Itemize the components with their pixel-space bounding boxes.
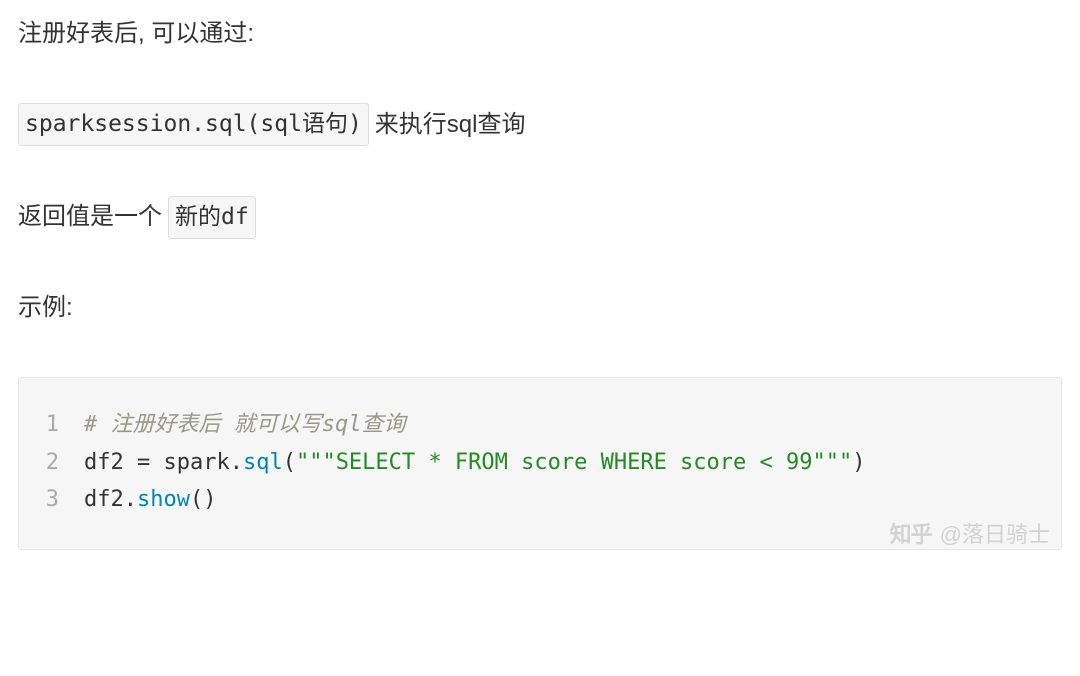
token-text: df2. bbox=[84, 487, 137, 512]
token-function: show bbox=[137, 487, 190, 512]
token-paren: ( bbox=[283, 450, 296, 475]
line-number: 3 bbox=[39, 481, 84, 518]
token-text: df2 = spark. bbox=[84, 450, 243, 475]
token-string: """SELECT * FROM score WHERE score < 99"… bbox=[296, 450, 852, 475]
token-paren: ) bbox=[852, 450, 865, 475]
code-content: df2 = spark.sql("""SELECT * FROM score W… bbox=[84, 444, 866, 481]
watermark-handle: @落日骑士 bbox=[940, 517, 1050, 552]
code-line: 2 df2 = spark.sql("""SELECT * FROM score… bbox=[39, 444, 1041, 481]
watermark: 知乎 @落日骑士 bbox=[890, 517, 1050, 552]
token-function: sql bbox=[243, 450, 283, 475]
code-content: # 注册好表后 就可以写sql查询 bbox=[84, 406, 405, 443]
watermark-logo: 知乎 bbox=[890, 517, 932, 552]
paragraph-return: 返回值是一个 新的df bbox=[18, 196, 1062, 239]
text-method-suffix: 来执行sql查询 bbox=[375, 106, 526, 144]
text-return-prefix: 返回值是一个 bbox=[18, 198, 162, 236]
paragraph-method: sparksession.sql(sql语句) 来执行sql查询 bbox=[18, 103, 1062, 146]
inline-code-return: 新的df bbox=[168, 196, 256, 239]
code-content: df2.show() bbox=[84, 481, 216, 518]
line-number: 2 bbox=[39, 444, 84, 481]
inline-code-method: sparksession.sql(sql语句) bbox=[18, 103, 369, 146]
token-comment: # 注册好表后 就可以写sql查询 bbox=[84, 412, 405, 437]
paragraph-intro: 注册好表后, 可以通过: bbox=[18, 15, 1062, 53]
code-line: 1 # 注册好表后 就可以写sql查询 bbox=[39, 406, 1041, 443]
paragraph-example-label: 示例: bbox=[18, 289, 1062, 327]
token-paren: () bbox=[190, 487, 217, 512]
code-line: 3 df2.show() bbox=[39, 481, 1041, 518]
line-number: 1 bbox=[39, 406, 84, 443]
